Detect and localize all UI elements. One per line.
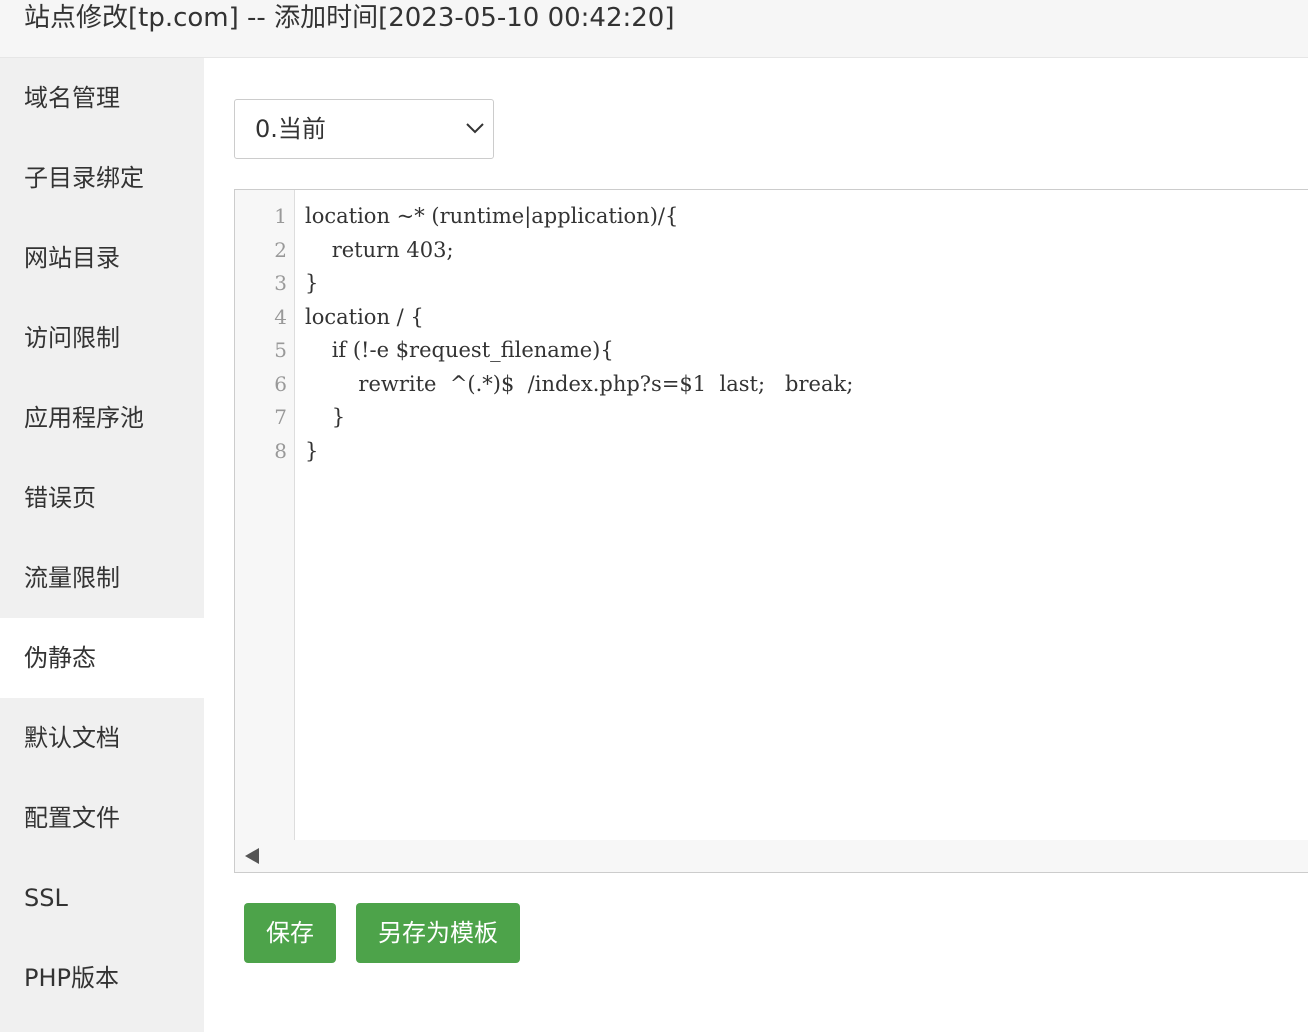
sidebar-item-ssl[interactable]: SSL [0, 858, 204, 938]
chevron-down-icon [466, 123, 484, 134]
sidebar-item-error-page[interactable]: 错误页 [0, 458, 204, 538]
select-value: 0.当前 [255, 115, 326, 143]
line-number: 2 [274, 237, 287, 262]
line-number: 6 [274, 371, 287, 396]
sidebar-item-site-directory[interactable]: 网站目录 [0, 218, 204, 298]
rewrite-template-select[interactable]: 0.当前 [234, 99, 494, 159]
scroll-left-arrow-icon[interactable] [245, 848, 259, 864]
code-line[interactable]: rewrite ^(.*)$ /index.php?s=$1 last; bre… [305, 368, 853, 402]
line-number: 7 [274, 405, 287, 429]
line-number: 8 [274, 438, 287, 463]
title-bar: 站点修改[tp.com] -- 添加时间[2023-05-10 00:42:20… [0, 0, 1308, 58]
sidebar-item-rewrite[interactable]: 伪静态 [0, 618, 204, 698]
line-number-gutter: 1 2 3 4 5 6 7 8 [235, 190, 295, 840]
line-number: 1 [274, 204, 287, 228]
sidebar-item-traffic-limit[interactable]: 流量限制 [0, 538, 204, 618]
save-as-template-button[interactable]: 另存为模板 [356, 903, 520, 963]
code-line[interactable]: location / { [305, 301, 853, 335]
save-button[interactable]: 保存 [244, 903, 336, 963]
code-line[interactable]: } [305, 435, 853, 469]
sidebar-item-default-doc[interactable]: 默认文档 [0, 698, 204, 778]
line-number: 3 [274, 271, 287, 295]
sidebar-item-domain[interactable]: 域名管理 [0, 58, 204, 138]
code-editor[interactable]: 1 2 3 4 5 6 7 8 location ~* (runtime|app… [234, 189, 1308, 873]
page-title: 站点修改[tp.com] -- 添加时间[2023-05-10 00:42:20… [24, 3, 675, 33]
horizontal-scrollbar[interactable] [235, 840, 1308, 872]
sidebar-item-php-version[interactable]: PHP版本 [0, 938, 204, 1018]
code-line[interactable]: return 403; [305, 234, 853, 268]
sidebar-item-subdir-binding[interactable]: 子目录绑定 [0, 138, 204, 218]
code-line[interactable]: if (!-e $request_filename){ [305, 334, 853, 368]
code-line[interactable]: } [305, 267, 853, 301]
code-content[interactable]: location ~* (runtime|application)/{ retu… [305, 200, 853, 468]
sidebar-item-config-file[interactable]: 配置文件 [0, 778, 204, 858]
sidebar-item-access-limit[interactable]: 访问限制 [0, 298, 204, 378]
code-line[interactable]: location ~* (runtime|application)/{ [305, 200, 853, 234]
code-line[interactable]: } [305, 401, 853, 435]
sidebar-item-app-pool[interactable]: 应用程序池 [0, 378, 204, 458]
sidebar: 域名管理 子目录绑定 网站目录 访问限制 应用程序池 错误页 流量限制 伪静态 … [0, 58, 204, 1032]
line-number: 5 [274, 338, 287, 362]
line-number: 4 [274, 304, 287, 329]
